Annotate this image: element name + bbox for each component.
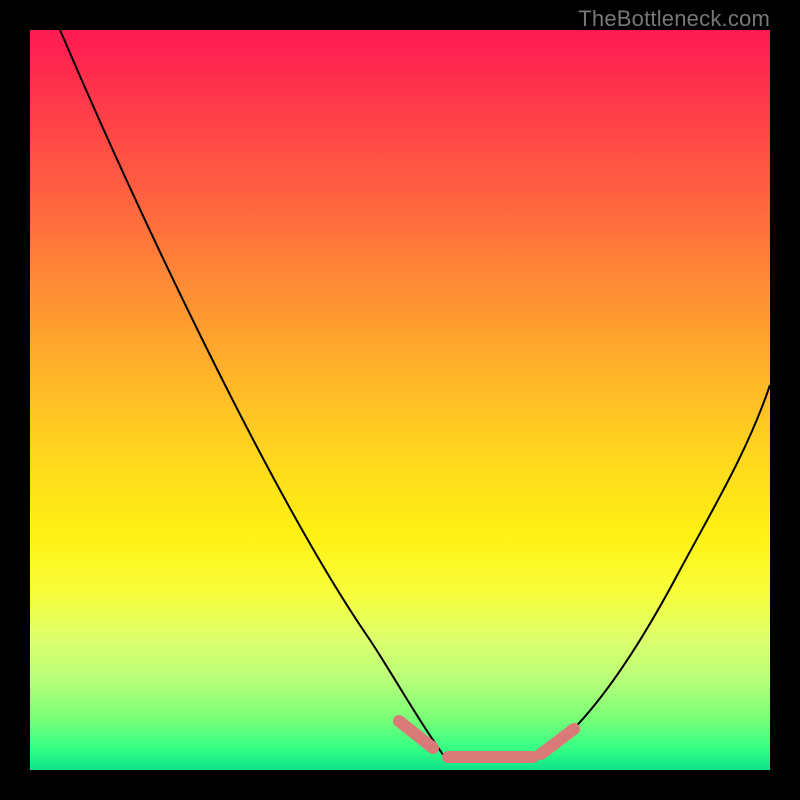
watermark-text: TheBottleneck.com [578,6,770,32]
left-shoulder-marker [399,721,433,748]
plot-area [30,30,770,770]
curve-right-branch [548,385,770,752]
curve-layer [30,30,770,770]
curve-left-branch [60,30,444,756]
chart-frame: TheBottleneck.com [0,0,800,800]
right-shoulder-marker [541,729,574,754]
